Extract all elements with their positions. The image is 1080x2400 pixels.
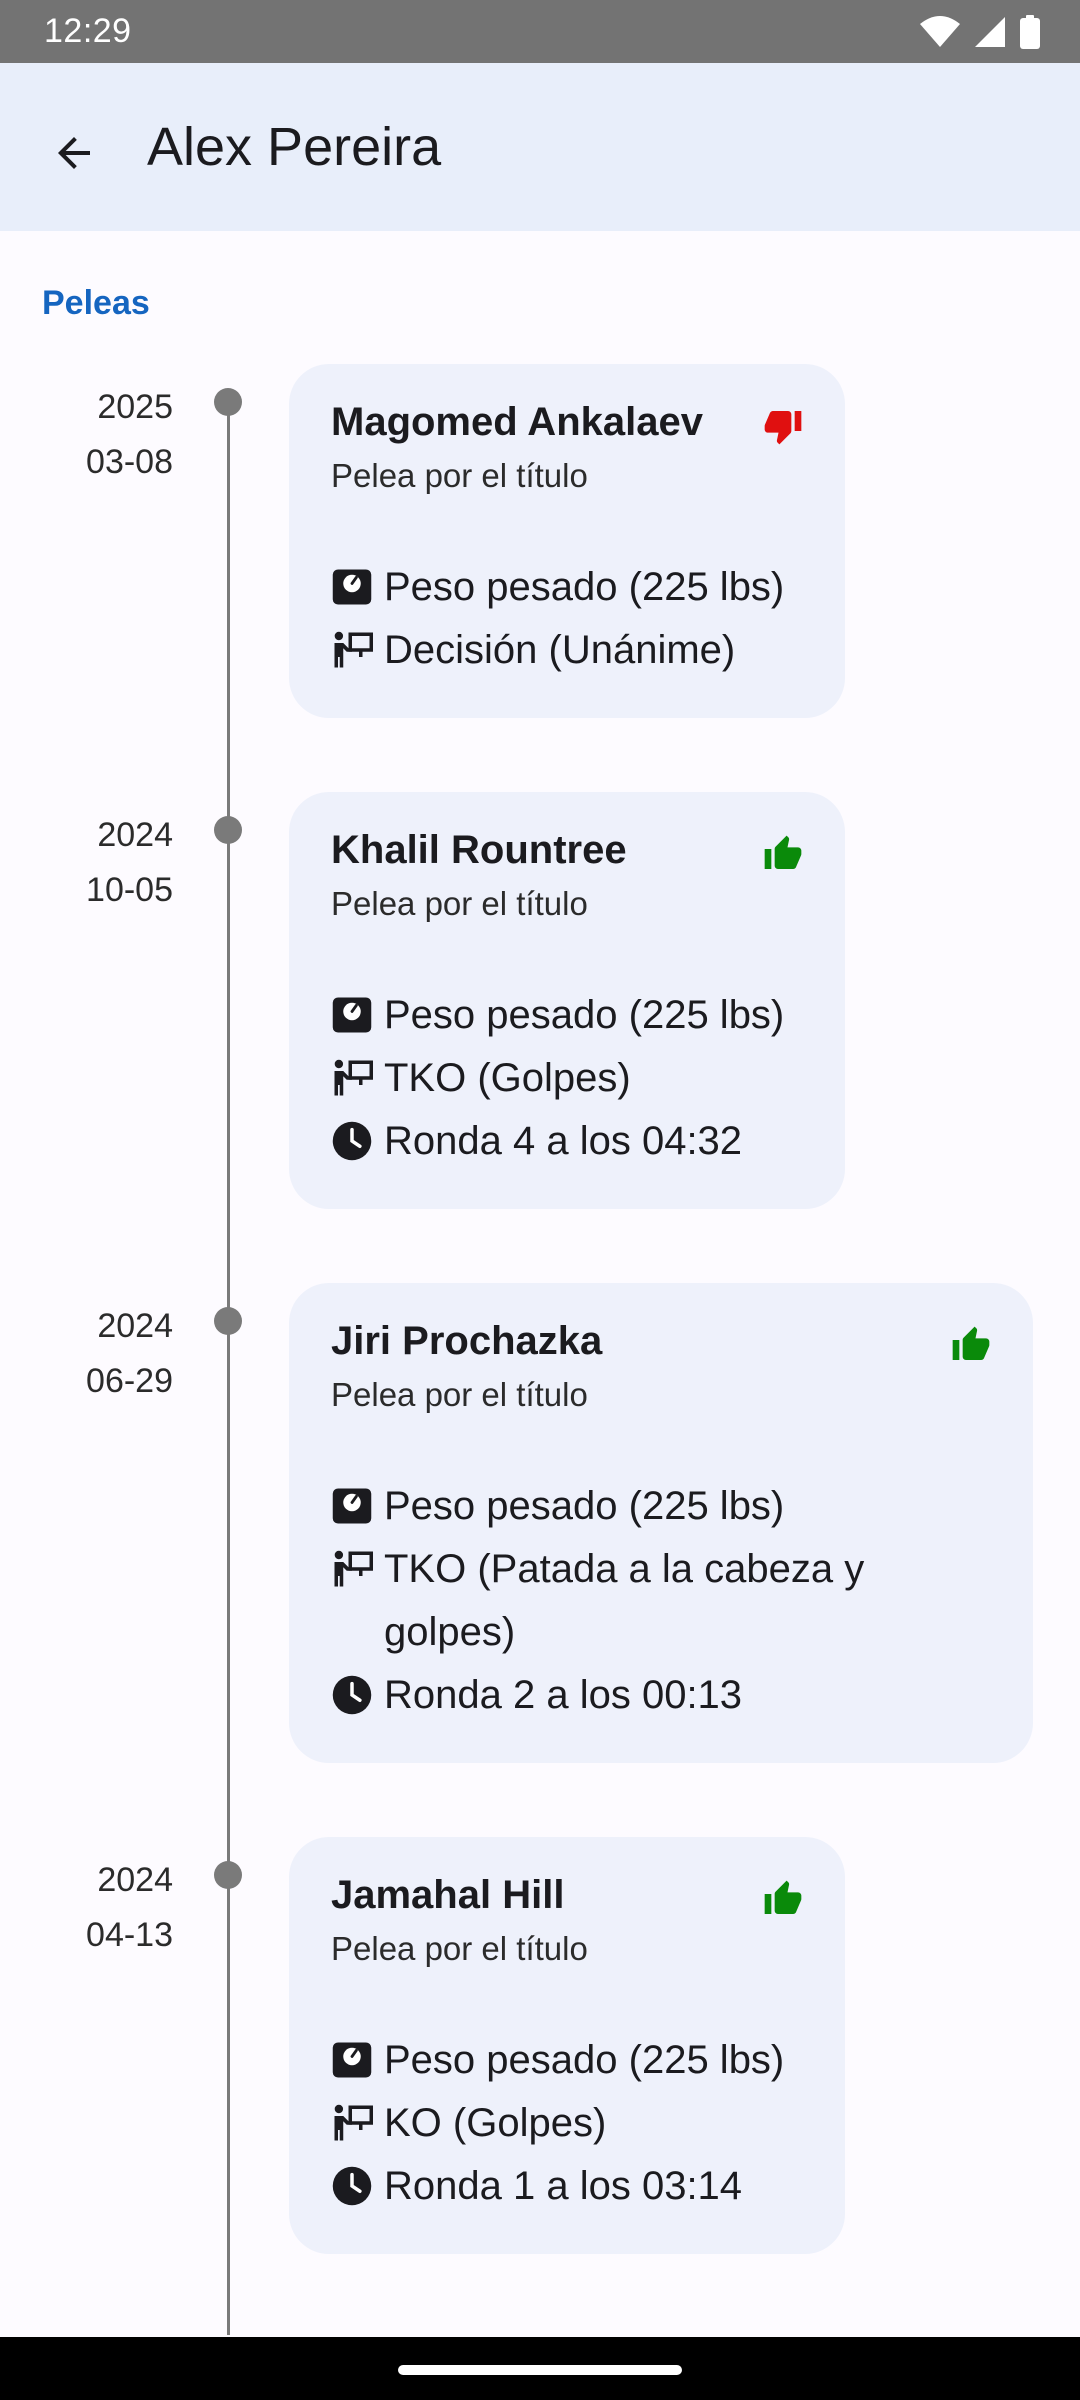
- fight-date: 2024 04-13: [86, 1853, 173, 1963]
- fight-year: 2024: [97, 1307, 173, 1345]
- fight-month-day: 10-05: [86, 871, 173, 909]
- wifi-icon: [920, 15, 960, 47]
- time-row: Ronda 1 a los 03:14: [331, 2155, 803, 2218]
- status-bar: 12:29: [0, 0, 1080, 63]
- weight-class-text: Peso pesado (225 lbs): [384, 2038, 785, 2082]
- fight-card[interactable]: Khalil Rountree Pelea por el título Peso…: [289, 792, 845, 1209]
- clock-icon: [332, 1121, 372, 1161]
- fight-card[interactable]: Jamahal Hill Pelea por el título Peso pe…: [289, 1837, 845, 2254]
- referee-icon: [334, 1059, 373, 1096]
- weight-class-text: Peso pesado (225 lbs): [384, 993, 785, 1037]
- fight-card[interactable]: Jiri Prochazka Pelea por el título Peso …: [289, 1283, 1033, 1763]
- fight-type: Pelea por el título: [331, 885, 588, 922]
- time-row: Ronda 2 a los 00:13: [331, 1664, 991, 1727]
- method-text: KO (Golpes): [384, 2101, 607, 2145]
- method-row: Decisión (Unánime): [331, 619, 803, 682]
- time-text: Ronda 1 a los 03:14: [384, 2164, 743, 2208]
- method-row: TKO (Patada a la cabeza y golpes): [331, 1538, 991, 1664]
- status-icons: [920, 14, 1040, 49]
- referee-icon: [334, 2104, 373, 2141]
- opponent-name: Magomed Ankalaev: [331, 400, 703, 444]
- clock-icon: [332, 1675, 372, 1715]
- fight-type: Pelea por el título: [331, 1376, 588, 1413]
- opponent-name: Jamahal Hill: [331, 1873, 565, 1917]
- home-gesture-handle[interactable]: [398, 2365, 682, 2375]
- fight-card[interactable]: Magomed Ankalaev Pelea por el título Pes…: [289, 364, 845, 718]
- referee-icon: [334, 631, 373, 668]
- fight-month-day: 04-13: [86, 1916, 173, 1954]
- clock-icon: [332, 2166, 372, 2206]
- time-row: Ronda 4 a los 04:32: [331, 1110, 803, 1173]
- weight-class-text: Peso pesado (225 lbs): [384, 565, 785, 609]
- method-text: Decisión (Unánime): [384, 628, 736, 672]
- back-button[interactable]: [26, 105, 122, 201]
- battery-icon: [1020, 14, 1040, 49]
- status-time: 12:29: [44, 12, 132, 50]
- time-text: Ronda 4 a los 04:32: [384, 1119, 743, 1163]
- referee-icon: [334, 1550, 373, 1587]
- scale-icon: [332, 1488, 372, 1524]
- timeline-dot: [214, 1307, 242, 1335]
- timeline-dot: [214, 388, 242, 416]
- weight-class-row: Peso pesado (225 lbs): [331, 556, 803, 619]
- opponent-name: Khalil Rountree: [331, 828, 627, 872]
- weight-class-row: Peso pesado (225 lbs): [331, 2029, 803, 2092]
- fight-month-day: 03-08: [86, 443, 173, 481]
- timeline-dot: [214, 816, 242, 844]
- timeline-line: [227, 395, 230, 2335]
- page-title: Alex Pereira: [147, 117, 442, 177]
- thumbs-down-icon: [764, 411, 802, 445]
- fight-date: 2024 10-05: [86, 808, 173, 918]
- fight-year: 2025: [97, 388, 173, 426]
- timeline-dot: [214, 1861, 242, 1889]
- weight-class-row: Peso pesado (225 lbs): [331, 1475, 991, 1538]
- fight-month-day: 06-29: [86, 1362, 173, 1400]
- fight-type: Pelea por el título: [331, 457, 588, 494]
- weight-class-text: Peso pesado (225 lbs): [384, 1484, 785, 1528]
- weight-class-row: Peso pesado (225 lbs): [331, 984, 803, 1047]
- signal-icon: [975, 16, 1005, 47]
- app-bar: Alex Pereira: [0, 63, 1080, 231]
- thumbs-up-icon: [764, 835, 802, 869]
- fight-date: 2025 03-08: [86, 380, 173, 490]
- time-text: Ronda 2 a los 00:13: [384, 1673, 743, 1717]
- thumbs-up-icon: [952, 1326, 990, 1360]
- thumbs-up-icon: [764, 1880, 802, 1914]
- scale-icon: [332, 997, 372, 1033]
- scale-icon: [332, 2042, 372, 2078]
- fight-year: 2024: [97, 816, 173, 854]
- section-label-peleas: Peleas: [42, 284, 150, 322]
- arrow-back-icon: [58, 137, 90, 169]
- system-nav-bar: [0, 2337, 1080, 2400]
- method-row: TKO (Golpes): [331, 1047, 803, 1110]
- scale-icon: [332, 569, 372, 605]
- fight-date: 2024 06-29: [86, 1299, 173, 1409]
- method-text: TKO (Patada a la cabeza y golpes): [384, 1547, 865, 1654]
- fight-type: Pelea por el título: [331, 1930, 588, 1967]
- opponent-name: Jiri Prochazka: [331, 1319, 603, 1363]
- fight-year: 2024: [97, 1861, 173, 1899]
- method-text: TKO (Golpes): [384, 1056, 631, 1100]
- method-row: KO (Golpes): [331, 2092, 803, 2155]
